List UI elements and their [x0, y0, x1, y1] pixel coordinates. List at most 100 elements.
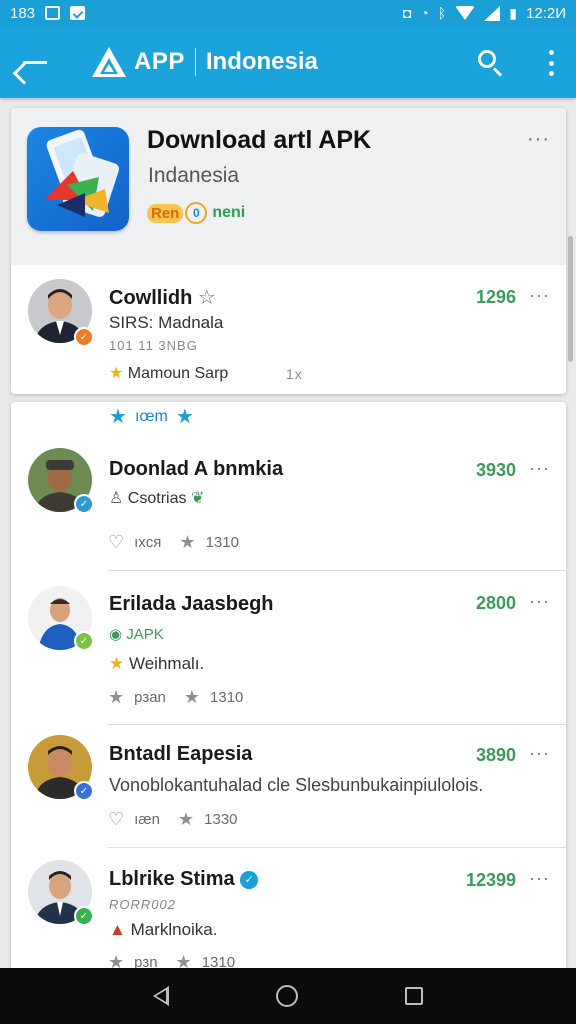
stat-likes: рзan: [134, 689, 166, 706]
menu-dot: [548, 60, 554, 66]
star-icon: ★: [175, 406, 194, 428]
item-stats: ♡ ıxcя ★ 1310: [108, 532, 239, 553]
item-more-button[interactable]: ···: [529, 285, 550, 306]
list-item[interactable]: ✓ Doonlad A bnmkia ♙ Csotrias ❦ ♡ ıxcя ★…: [11, 432, 566, 568]
status-time: 12:2И: [526, 4, 566, 22]
item-count: 2800: [475, 593, 516, 613]
rating-label: Mamoun Sarp: [127, 365, 229, 382]
verified-check-icon: ✓: [240, 871, 259, 889]
item-subtitle: ◉ JAPK: [109, 625, 164, 643]
item-title-text: Lblrike Stima: [109, 868, 235, 890]
app-list-card: ★ ıœm ★ ✓ Doonlad A bnmkia ♙ Csotrias ❦ …: [11, 402, 566, 982]
stat-likes: ıxcя: [134, 534, 162, 551]
item-more-button[interactable]: ···: [529, 743, 550, 764]
featured-subtitle: Indanesia: [148, 164, 240, 187]
star-icon: ★: [178, 809, 195, 829]
back-arrow-icon: [23, 60, 47, 64]
wifi-icon: [455, 6, 476, 20]
item-title: Bntadl Eapesia: [109, 743, 253, 765]
back-button[interactable]: [0, 26, 70, 98]
item-meta: 101 11 3NBG: [109, 338, 198, 353]
item-count: 1296: [475, 287, 516, 307]
item-more-button[interactable]: ···: [529, 458, 550, 479]
star-icon: ★: [179, 532, 196, 552]
verified-badge-icon: ✓: [74, 631, 94, 651]
alarm-icon: ◔: [420, 5, 429, 21]
promo-banner[interactable]: ★ ıœm ★: [109, 404, 194, 429]
nav-back-icon[interactable]: [153, 986, 170, 1006]
scrollbar[interactable]: [568, 236, 573, 362]
badge-text: neni: [212, 204, 246, 221]
list-item[interactable]: ✓ Bntadl Eapesia Vonoblokantuhalad cle S…: [11, 725, 566, 847]
featured-badge: Ren 0 neni: [147, 202, 245, 224]
star-icon: ★: [183, 687, 201, 707]
star-icon: ★: [109, 365, 124, 382]
item-title: Lblrike Stima ✓: [109, 868, 259, 891]
menu-dot: [548, 71, 554, 76]
featured-card: Download artl APK Indanesia Ren 0 neni ·…: [11, 108, 566, 394]
item-title-text: Cowllidh: [109, 287, 193, 309]
download-circle-icon: ◉: [109, 626, 123, 643]
featured-app-icon[interactable]: [27, 127, 129, 231]
bluetooth-icon: ᛒ: [437, 5, 447, 21]
item-stats: ♡ ıæn ★ 1330: [108, 809, 238, 830]
check-notification-icon: [70, 6, 86, 20]
list-item[interactable]: ✓ Lblrike Stima ✓ RORR002 ▲ Marklnoika. …: [11, 848, 566, 982]
search-icon: [478, 50, 496, 68]
item-subtitle-text: JAPK: [126, 626, 164, 643]
menu-dot: [548, 50, 554, 55]
item-rating: ★ Weihmalı.: [109, 654, 204, 674]
item-title: Erilada Jaasbegh: [109, 593, 274, 615]
list-item[interactable]: ✓ Cowllidh ☆ SIRS: Madnala 101 11 3NBG ★…: [11, 265, 566, 394]
phone-app-icon: [45, 129, 120, 217]
item-subtitle: ♙ Csotrias ❦: [109, 488, 204, 508]
tag-icon: ♙: [109, 490, 124, 507]
featured-more-button[interactable]: ···: [527, 128, 550, 151]
nav-recents-icon[interactable]: [404, 987, 423, 1005]
verified-badge-icon: ✓: [74, 781, 94, 801]
stat-rating: 1310: [210, 689, 244, 706]
rating-label: Weihmalı.: [128, 654, 205, 673]
system-nav-bar: [0, 968, 576, 1024]
heart-icon[interactable]: ♡: [108, 532, 124, 553]
warning-icon: ▲: [109, 920, 126, 939]
list-item[interactable]: ✓ Erilada Jaasbegh ◉ JAPK ★ Weihmalı. ★ …: [11, 571, 566, 724]
item-more-button[interactable]: ···: [529, 868, 550, 889]
item-more-button[interactable]: ···: [529, 591, 550, 612]
featured-title: Download artl APK: [147, 126, 372, 154]
status-notification-count: 183: [10, 4, 36, 22]
stat-likes: ıæn: [134, 811, 160, 828]
item-rating: ★ Mamoun Sarp: [109, 363, 228, 383]
item-extra: 1x: [286, 366, 303, 382]
search-button[interactable]: [476, 48, 506, 78]
app-bar-divider: [194, 48, 196, 76]
item-subtitle: SIRS: Madnala: [109, 313, 224, 332]
verified-badge-icon: ✓: [74, 906, 94, 926]
item-subtitle: Vonoblokantuhalad cle Slesbunbukainpiulo…: [109, 775, 484, 795]
app-logo-icon: [92, 47, 126, 77]
region-title: Indonesia: [205, 48, 318, 75]
item-count: 3930: [475, 460, 516, 480]
promo-text: ıœm: [134, 407, 168, 425]
battery-icon: ▮: [509, 5, 518, 21]
featured-app[interactable]: Download artl APK Indanesia Ren 0 neni ·…: [11, 108, 566, 265]
item-count: 12399: [465, 870, 516, 890]
item-title: Doonlad A bnmkia: [109, 458, 284, 480]
item-count: 3890: [475, 745, 516, 765]
badge-ring: 0: [185, 202, 208, 224]
star-outline-icon[interactable]: ☆: [198, 287, 216, 309]
app-bar: APP Indonesia: [0, 26, 576, 98]
nav-home-icon[interactable]: [275, 985, 298, 1007]
stat-rating: 1330: [204, 811, 238, 828]
item-subtitle-text: Csotrias: [127, 490, 187, 507]
leaf-icon: ❦: [190, 490, 205, 507]
star-icon: ★: [108, 687, 125, 707]
star-icon: ★: [109, 654, 125, 673]
overflow-menu-button[interactable]: [546, 50, 556, 76]
heart-icon[interactable]: ♡: [108, 809, 124, 830]
badge-pill: Ren: [147, 203, 184, 223]
item-meta: RORR002: [109, 897, 176, 912]
stat-rating: 1310: [205, 534, 239, 551]
verified-badge-icon: ✓: [74, 494, 94, 514]
gallery-notification-icon: [45, 6, 61, 20]
